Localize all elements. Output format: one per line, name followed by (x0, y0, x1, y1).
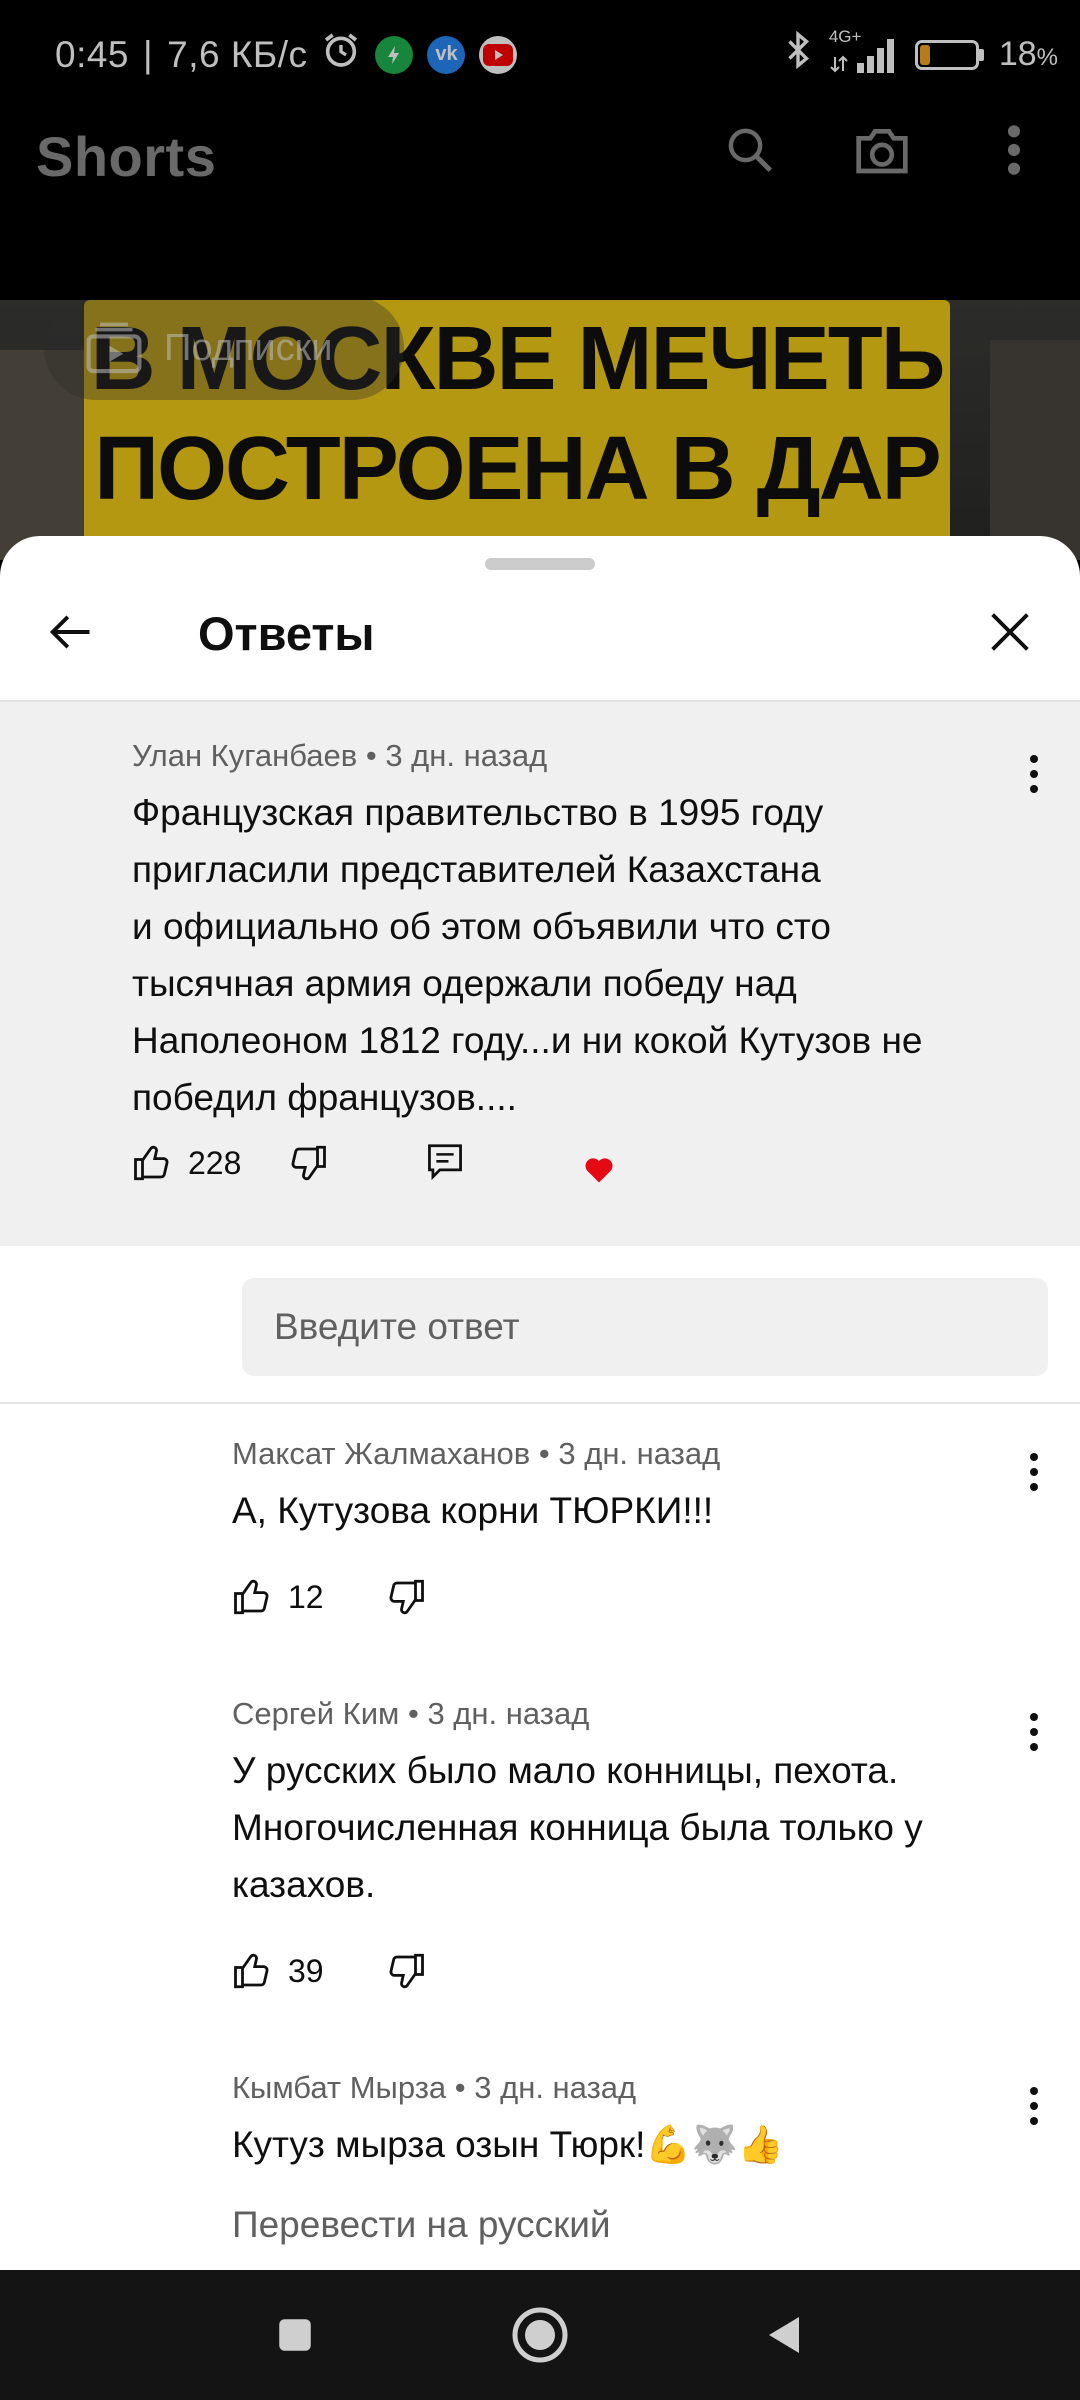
reply-time: 3 дн. назад (427, 1696, 590, 1731)
thumb-up-icon (234, 1953, 269, 1989)
like-button[interactable]: 12 (232, 1576, 324, 1618)
translate-link[interactable]: Перевести на русский (232, 2204, 611, 2246)
dislike-button[interactable] (384, 1950, 426, 1992)
comment-meta: Улан Куганбаев • 3 дн. назад (132, 738, 548, 773)
like-button[interactable]: 228 (132, 1142, 241, 1184)
reply-text: Кутуз мырза озын Тюрк!💪🐺👍 (232, 2124, 784, 2165)
reply-text: А, Кутузова корни ТЮРКИ!!! (232, 1490, 714, 1531)
recents-icon (279, 2319, 311, 2351)
heart-icon (585, 1158, 613, 1183)
reply-author[interactable]: Кымбат Мырза (232, 2070, 446, 2105)
like-count: 39 (288, 1952, 324, 1989)
thumb-down-icon (389, 1579, 424, 1615)
back-arrow-icon[interactable] (30, 592, 110, 672)
reply-meta: Сергей Ким • 3 дн. назад (232, 1696, 590, 1731)
comment-time: 3 дн. назад (385, 738, 548, 773)
reply-time: 3 дн. назад (474, 2070, 637, 2105)
divider (0, 1402, 1080, 1404)
reply-text: У русских было мало конницы, пехота. Мно… (232, 1750, 923, 1905)
reply-icon (428, 1144, 462, 1181)
thumb-down-icon (291, 1145, 326, 1181)
dislike-button[interactable] (384, 1576, 426, 1618)
like-count: 12 (288, 1578, 324, 1615)
thumb-up-icon (234, 1579, 269, 1615)
home-button[interactable] (500, 2295, 580, 2375)
back-button[interactable] (745, 2295, 825, 2375)
close-icon[interactable] (970, 592, 1050, 672)
drag-handle[interactable] (485, 558, 595, 570)
dim-overlay (0, 0, 1080, 560)
like-button[interactable]: 39 (232, 1950, 324, 1992)
reply-author[interactable]: Максат Жалмаханов (232, 1436, 530, 1471)
reply-meta: Кымбат Мырза • 3 дн. назад (232, 2070, 637, 2105)
like-count: 228 (188, 1144, 242, 1181)
comment-text: Французская правительство в 1995 году пр… (132, 792, 923, 1118)
reply-input[interactable] (242, 1278, 1048, 1376)
screen: 0:45 | 7,6 КБ/с vk 4G+ 18% Shorts В МОСК… (0, 0, 1080, 2400)
back-triangle-icon (769, 2317, 799, 2353)
comment-menu-icon[interactable] (1014, 744, 1054, 804)
comment-author[interactable]: Улан Куганбаев (132, 738, 357, 773)
recents-button[interactable] (255, 2295, 335, 2375)
reply-author[interactable]: Сергей Ким (232, 1696, 399, 1731)
reply-time: 3 дн. назад (558, 1436, 721, 1471)
replies-sheet: Ответы Улан Куганбаев • 3 дн. назад Фран… (0, 536, 1080, 2270)
reply-button[interactable] (426, 1142, 464, 1184)
home-icon (512, 2307, 568, 2363)
dislike-button[interactable] (286, 1142, 328, 1184)
thumb-up-icon (134, 1145, 169, 1181)
thumb-down-icon (389, 1953, 424, 1989)
creator-heart (584, 1156, 614, 1184)
sheet-title: Ответы (198, 607, 375, 660)
parent-comment: Улан Куганбаев • 3 дн. назад Французская… (0, 702, 1080, 1246)
reply-meta: Максат Жалмаханов • 3 дн. назад (232, 1436, 721, 1471)
navigation-bar (0, 2270, 1080, 2400)
sheet-header: Ответы (0, 576, 1080, 700)
